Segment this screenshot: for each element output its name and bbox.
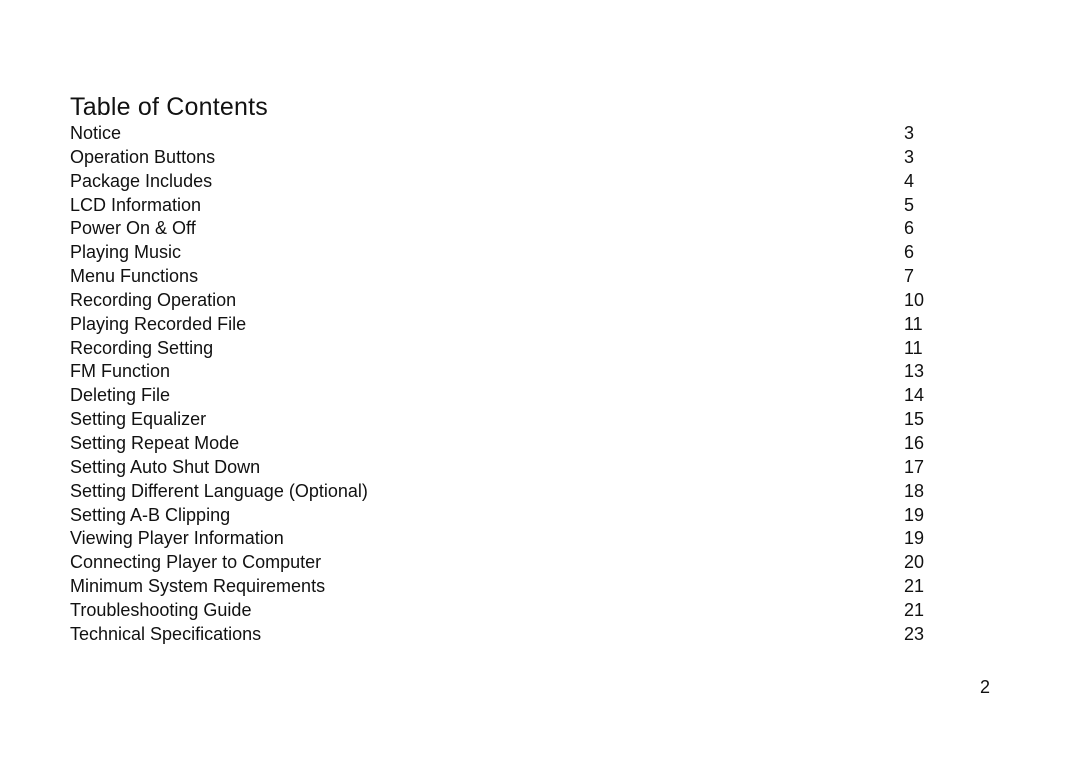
toc-entry-label: Notice (70, 123, 122, 143)
toc-entry-page: 14 (904, 385, 925, 406)
toc-entry-page: 17 (904, 456, 925, 477)
toc-entry-page: 7 (904, 266, 915, 287)
toc-entry-label: Setting Repeat Mode (70, 432, 240, 453)
toc-entry-page: 10 (904, 289, 925, 310)
toc-entry[interactable]: Recording Operation 10 (70, 289, 930, 313)
toc-entry[interactable]: LCD Information 5 (70, 194, 930, 218)
toc-entry[interactable]: Notice 3 (70, 122, 930, 146)
toc-entry-page: 11 (904, 313, 923, 334)
toc-title: Table of Contents (70, 93, 268, 121)
toc-entry[interactable]: Playing Recorded File 11 (70, 313, 930, 337)
toc-entry[interactable]: Recording Setting 11 (70, 337, 930, 361)
toc-entry-label: Technical Specifications (70, 623, 262, 644)
toc-entry-page: 19 (904, 504, 925, 525)
toc-entry-page: 3 (904, 123, 915, 143)
toc-entry[interactable]: Connecting Player to Computer 20 (70, 551, 930, 575)
toc-entry-label: LCD Information (70, 194, 202, 215)
toc-entry-label: Menu Functions (70, 266, 199, 287)
toc-entry-page: 21 (904, 599, 925, 620)
toc-entry[interactable]: Playing Music 6 (70, 241, 930, 265)
toc-entry-page: 16 (904, 432, 925, 453)
toc-entry-label: Power On & Off (70, 218, 196, 239)
toc-entry[interactable]: Minimum System Requirements 21 (70, 575, 930, 599)
toc-entry[interactable]: FM Function 13 (70, 360, 930, 384)
toc-entry-label: Package Includes (70, 170, 213, 191)
toc-entry[interactable]: Viewing Player Information 19 (70, 527, 930, 551)
toc-entry-label: Setting Equalizer (70, 409, 207, 430)
toc-entry[interactable]: Setting Different Language (Optional) 18 (70, 480, 930, 504)
toc-entry[interactable]: Deleting File 14 (70, 384, 930, 408)
toc-entry-label: Minimum System Requirements (70, 576, 326, 597)
toc-entry-label: Playing Music (70, 242, 182, 263)
toc-entry[interactable]: Troubleshooting Guide 21 (70, 599, 930, 623)
toc-entry-label: Setting A-B Clipping (70, 504, 231, 525)
toc-entry-page: 20 (904, 552, 925, 573)
toc-entry[interactable]: Power On & Off 6 (70, 217, 930, 241)
toc-entry[interactable]: Setting Equalizer 15 (70, 408, 930, 432)
toc-entry-label: Connecting Player to Computer (70, 552, 322, 573)
toc-entry[interactable]: Package Includes 4 (70, 170, 930, 194)
toc-entry-page: 11 (904, 337, 923, 358)
toc-entry-label: Recording Operation (70, 289, 237, 310)
toc-entry-page: 13 (904, 361, 925, 382)
toc-entry-page: 3 (904, 146, 915, 167)
toc-entry-label: Viewing Player Information (70, 528, 284, 549)
toc-entry[interactable]: Setting Auto Shut Down 17 (70, 456, 930, 480)
toc-entry-label: Playing Recorded File (70, 313, 247, 334)
toc-entry-label: Operation Buttons (70, 146, 216, 167)
toc-entry[interactable]: Technical Specifications 23 (70, 623, 930, 647)
toc-entry-page: 15 (904, 409, 925, 430)
toc-entry-page: 19 (904, 528, 925, 549)
toc-entry-page: 21 (904, 576, 925, 597)
toc-entry[interactable]: Setting Repeat Mode 16 (70, 432, 930, 456)
toc-entry-page: 4 (904, 170, 915, 191)
toc-entry-label: Deleting File (70, 385, 171, 406)
toc-list: Notice 3 Operation Buttons 3 Package Inclu… (70, 122, 930, 647)
toc-entry-label: Setting Different Language (Optional) (70, 480, 368, 501)
toc-entry[interactable]: Setting A-B Clipping 19 (70, 504, 930, 528)
toc-entry-label: Troubleshooting Guide (70, 599, 252, 620)
page-number: 2 (980, 677, 991, 697)
toc-entry-label: Recording Setting (70, 337, 214, 358)
toc-entry[interactable]: Operation Buttons 3 (70, 146, 930, 170)
toc-entry-page: 5 (904, 194, 915, 215)
toc-entry-page: 6 (904, 242, 915, 263)
toc-entry-label: FM Function (70, 361, 171, 382)
toc-entry-label: Setting Auto Shut Down (70, 456, 261, 477)
toc-entry-page: 18 (904, 480, 925, 501)
toc-entry-page: 6 (904, 218, 915, 239)
toc-entry[interactable]: Menu Functions 7 (70, 265, 930, 289)
toc-entry-page: 23 (904, 623, 925, 644)
